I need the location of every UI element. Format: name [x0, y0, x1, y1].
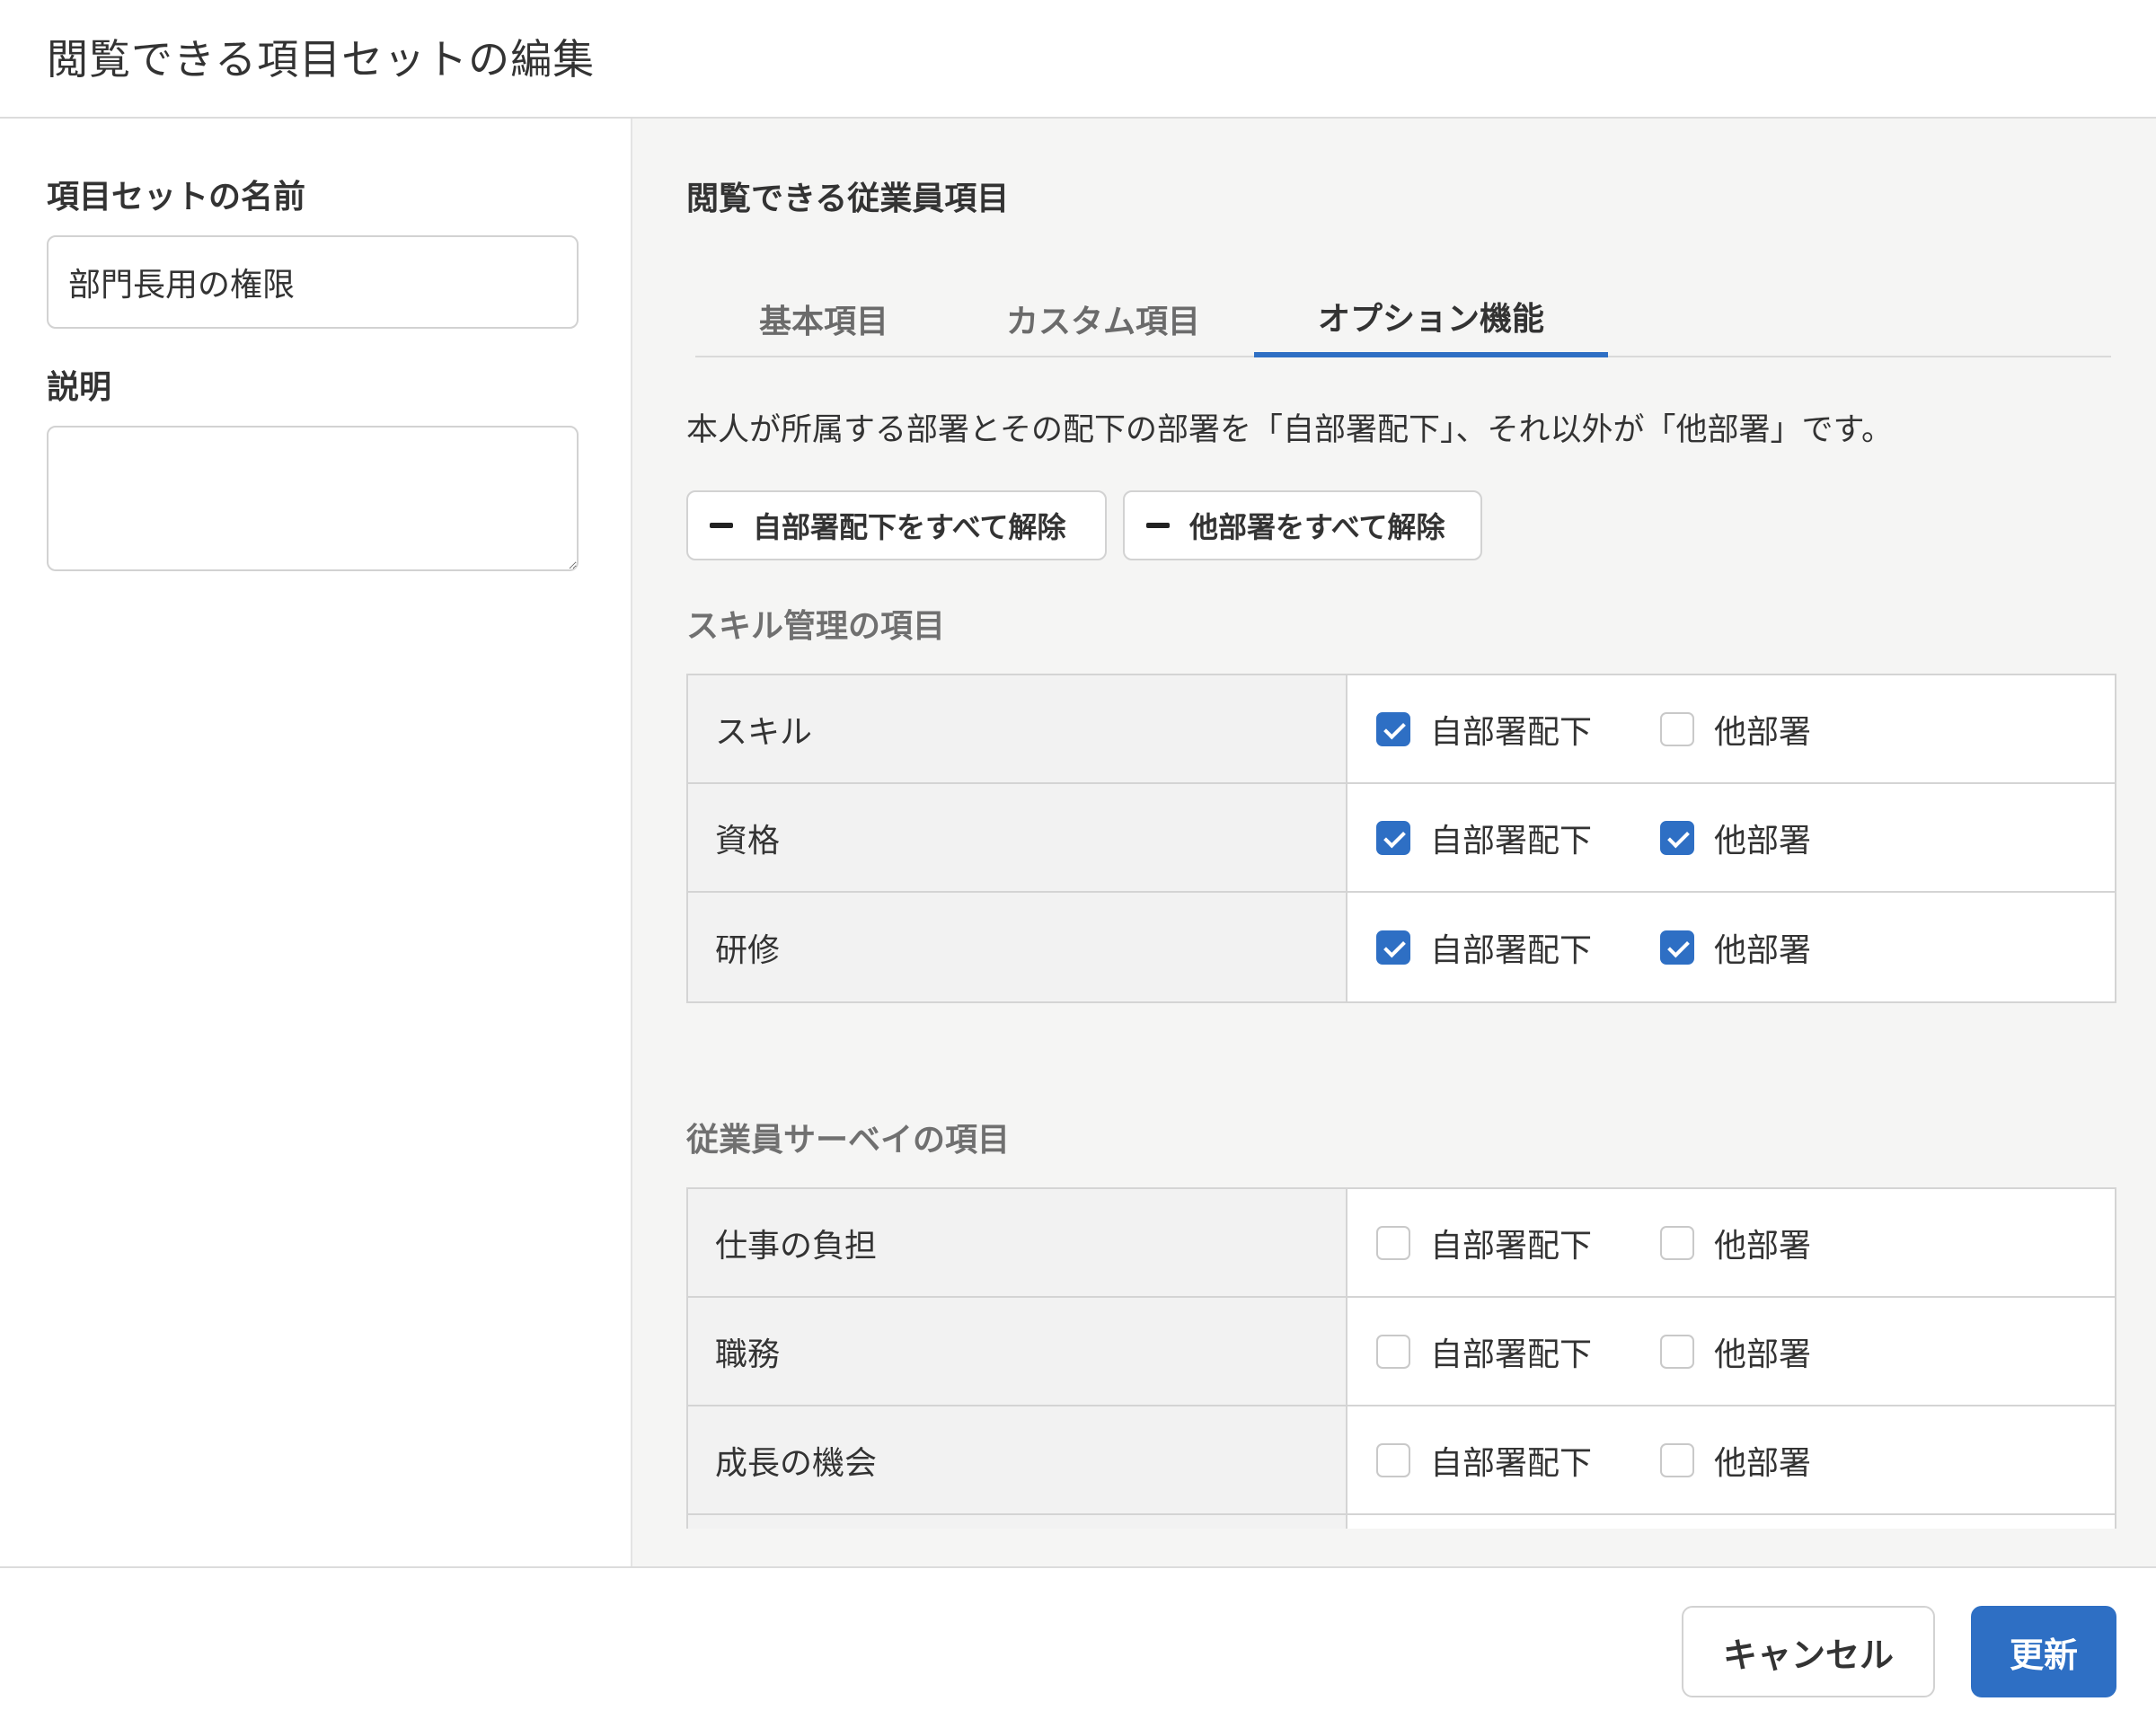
dialog-title: 閲覧できる項目セットの編集	[47, 35, 596, 84]
group-title: スキル管理の項目	[686, 608, 946, 645]
right-panel: 閲覧できる従業員項目 基本項目 カスタム項目 オプション機能 本人が所属する部署…	[632, 119, 2156, 1566]
table-row: 成長の機会 自部署配下 他部署	[688, 1406, 2115, 1515]
minus-icon	[710, 523, 733, 528]
other-department-checkbox-label: 他部署	[1714, 1444, 1812, 1482]
other-department-checkbox-label: 他部署	[1714, 1227, 1812, 1265]
row-label: 研修	[688, 893, 1348, 1001]
own-department-checkbox-group[interactable]: 自部署配下	[1376, 1406, 1592, 1513]
own-department-checkbox-group[interactable]: 自部署配下	[1376, 675, 1592, 782]
scope-description: 本人が所属する部署とその配下の部署を「自部署配下」、それ以外が「他部署」です。	[686, 412, 1893, 448]
other-department-checkbox-group[interactable]: 他部署	[1660, 675, 1811, 782]
other-department-checkbox-group[interactable]: 他部署	[1660, 1298, 1811, 1405]
own-department-checkbox-group[interactable]: 自部署配下	[1376, 1515, 1592, 1529]
row-label	[688, 1515, 1348, 1529]
table-row: 研修 自部署配下 他部署	[688, 893, 2115, 1001]
other-department-checkbox-label: 他部署	[1714, 822, 1812, 860]
other-department-checkbox[interactable]	[1660, 1334, 1694, 1369]
own-department-checkbox-label: 自部署配下	[1430, 713, 1593, 751]
clear-other-department-label: 他部署をすべて解除	[1189, 510, 1445, 544]
table-row: 仕事の負担 自部署配下 他部署	[688, 1189, 2115, 1298]
row-label: スキル	[688, 675, 1348, 782]
other-department-checkbox[interactable]	[1660, 930, 1694, 965]
left-panel: 項目セットの名前 説明	[0, 119, 632, 1566]
other-department-checkbox-group[interactable]: 他部署	[1660, 1515, 1811, 1529]
right-panel-scroll[interactable]: 閲覧できる従業員項目 基本項目 カスタム項目 オプション機能 本人が所属する部署…	[632, 119, 2156, 1529]
own-department-checkbox[interactable]	[1376, 1334, 1410, 1369]
table-row: スキル 自部署配下 他部署	[688, 675, 2115, 784]
description-field-label: 説明	[47, 369, 112, 406]
other-department-checkbox[interactable]	[1660, 711, 1694, 746]
row-label: 成長の機会	[688, 1406, 1348, 1513]
other-department-checkbox[interactable]	[1660, 820, 1694, 855]
other-department-checkbox-label: 他部署	[1714, 1336, 1812, 1373]
minus-icon	[1146, 523, 1170, 528]
permission-table: スキル 自部署配下 他部署 資格 自部署配下 他部署 研修 自部署配下 他部署	[686, 674, 2116, 1003]
description-textarea[interactable]	[47, 426, 579, 571]
table-row: 自部署配下 他部署	[688, 1515, 2115, 1529]
own-department-checkbox-label: 自部署配下	[1430, 1227, 1593, 1265]
own-department-checkbox-label: 自部署配下	[1430, 1444, 1593, 1482]
row-label: 資格	[688, 784, 1348, 891]
section-title: 閲覧できる従業員項目	[686, 181, 1010, 217]
update-button[interactable]: 更新	[1971, 1606, 2116, 1697]
other-department-checkbox-label: 他部署	[1714, 713, 1812, 751]
other-department-checkbox-group[interactable]: 他部署	[1660, 893, 1811, 1001]
tab-bar: 基本項目 カスタム項目 オプション機能	[695, 280, 2111, 357]
own-department-checkbox[interactable]	[1376, 1442, 1410, 1477]
other-department-checkbox-group[interactable]: 他部署	[1660, 784, 1811, 891]
own-department-checkbox-group[interactable]: 自部署配下	[1376, 1189, 1592, 1296]
name-input[interactable]	[47, 235, 579, 329]
permission-table: 仕事の負担自部署配下他部署職務自部署配下他部署成長の機会自部署配下他部署自部署配…	[686, 1187, 2116, 1529]
other-department-checkbox[interactable]	[1660, 1225, 1694, 1260]
other-department-checkbox[interactable]	[1660, 1442, 1694, 1477]
clear-own-department-button[interactable]: 自部署配下をすべて解除	[686, 490, 1107, 560]
own-department-checkbox-label: 自部署配下	[1430, 931, 1593, 969]
row-label: 仕事の負担	[688, 1189, 1348, 1296]
own-department-checkbox-group[interactable]: 自部署配下	[1376, 784, 1592, 891]
cancel-button[interactable]: キャンセル	[1682, 1606, 1935, 1697]
own-department-checkbox[interactable]	[1376, 711, 1410, 746]
name-field-label: 項目セットの名前	[47, 179, 306, 216]
own-department-checkbox-label: 自部署配下	[1430, 1336, 1593, 1373]
own-department-checkbox-label: 自部署配下	[1430, 822, 1593, 860]
own-department-checkbox[interactable]	[1376, 1225, 1410, 1260]
other-department-checkbox-label: 他部署	[1714, 931, 1812, 969]
tab-basic[interactable]: 基本項目	[695, 280, 952, 357]
table-row: 職務 自部署配下 他部署	[688, 1298, 2115, 1406]
tab-custom[interactable]: カスタム項目	[952, 280, 1254, 357]
tab-options[interactable]: オプション機能	[1254, 280, 1608, 357]
table-row: 資格 自部署配下 他部署	[688, 784, 2115, 893]
clear-other-department-button[interactable]: 他部署をすべて解除	[1123, 490, 1482, 560]
row-label: 職務	[688, 1298, 1348, 1405]
own-department-checkbox[interactable]	[1376, 930, 1410, 965]
own-department-checkbox-group[interactable]: 自部署配下	[1376, 893, 1592, 1001]
dialog-header: 閲覧できる項目セットの編集	[0, 0, 2156, 119]
own-department-checkbox-group[interactable]: 自部署配下	[1376, 1298, 1592, 1405]
dialog-body: 項目セットの名前 説明 閲覧できる従業員項目 基本項目 カスタム項目 オプション…	[0, 119, 2156, 1566]
other-department-checkbox-group[interactable]: 他部署	[1660, 1189, 1811, 1296]
group-title: 従業員サーベイの項目	[686, 1122, 1011, 1159]
dialog-footer: キャンセル 更新	[0, 1566, 2156, 1728]
clear-own-department-label: 自部署配下をすべて解除	[753, 510, 1066, 544]
other-department-checkbox-group[interactable]: 他部署	[1660, 1406, 1811, 1513]
own-department-checkbox[interactable]	[1376, 820, 1410, 855]
